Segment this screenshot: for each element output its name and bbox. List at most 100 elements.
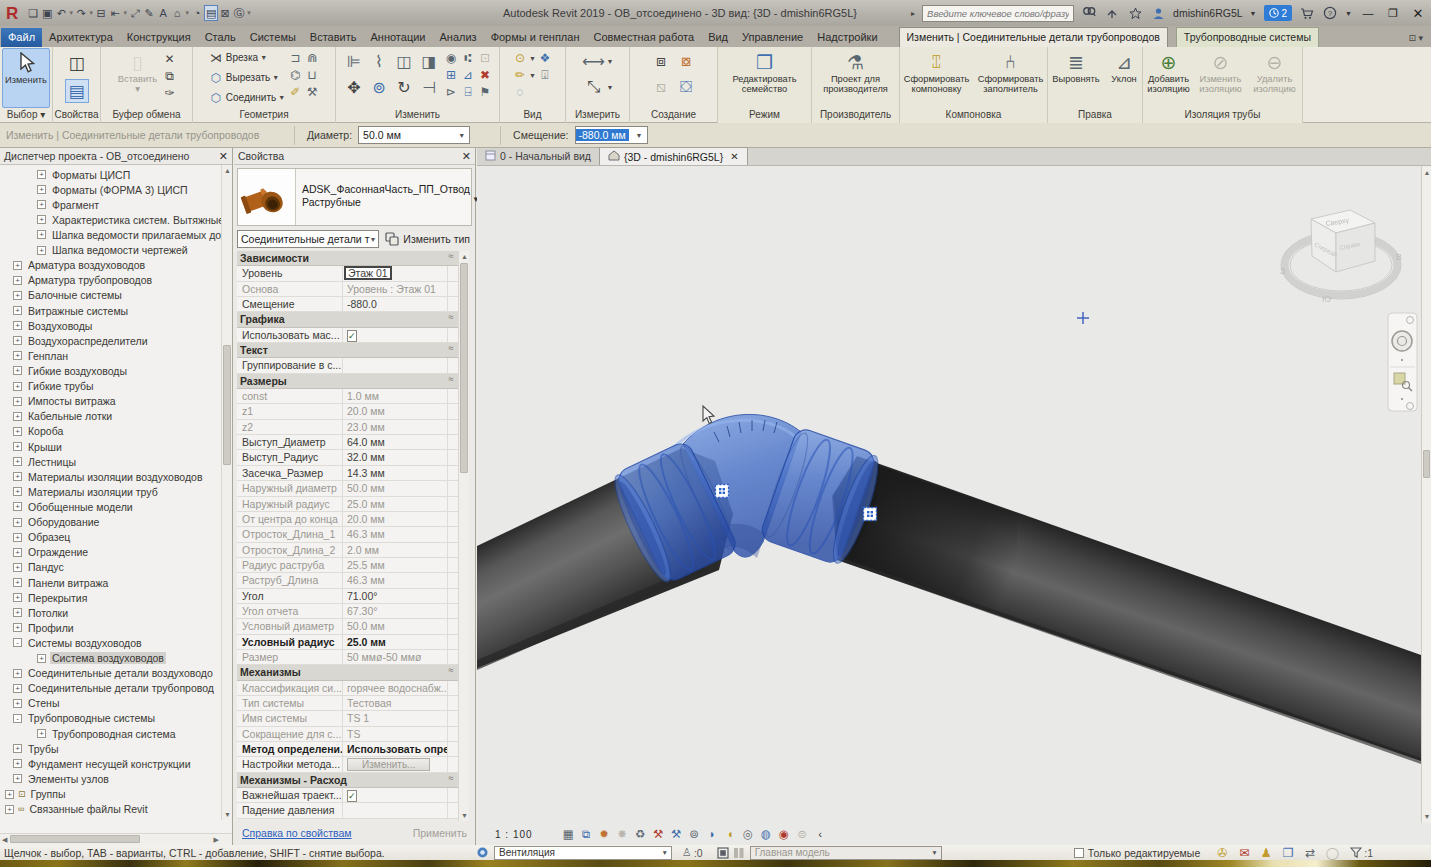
lightbulb-icon-caret[interactable]: ▼ <box>529 55 536 62</box>
navigation-bar[interactable] <box>1388 313 1417 411</box>
panel-label-11[interactable]: Правка <box>1048 108 1142 123</box>
diameter-caret-icon[interactable]: ▼ <box>454 132 469 139</box>
view-scale[interactable]: 1 : 100 <box>495 829 533 840</box>
editable-only-checkbox[interactable] <box>1074 848 1084 858</box>
expand-icon[interactable]: + <box>37 200 46 209</box>
view-tab-close-icon[interactable]: ✕ <box>730 151 738 162</box>
param-value[interactable]: 2.0 мм <box>343 543 447 557</box>
unpin-icon[interactable]: ⊳ <box>443 84 459 100</box>
fabrication-button[interactable]: ⚗Проект для производителя <box>814 48 898 108</box>
param-section-header[interactable]: Механизмы - Расход≈ <box>237 773 458 788</box>
param-value[interactable]: 25.5 мм <box>343 558 447 572</box>
panel-label-7[interactable]: Создание <box>630 108 717 123</box>
detail-level-icon[interactable]: ⧉ <box>579 827 594 842</box>
match-properties-icon[interactable]: ✑ <box>162 85 178 101</box>
beam-join-icon[interactable]: ⊐ <box>287 50 303 66</box>
compass-west[interactable]: З <box>1280 266 1285 276</box>
properties-header[interactable]: Свойства ✕ <box>234 148 475 165</box>
tree-item[interactable]: +∞Связанные файлы Revit <box>0 802 221 817</box>
linework-icon-caret[interactable]: ▼ <box>529 72 536 79</box>
param-value[interactable]: -880.0 <box>343 297 447 311</box>
tree-item[interactable]: -Трубопроводные системы <box>0 711 221 726</box>
paint-icon[interactable]: ✐ <box>287 84 303 100</box>
tab-manage[interactable]: Управление <box>735 28 810 47</box>
expand-icon[interactable]: + <box>13 291 22 300</box>
save-icon[interactable]: ▣ <box>40 5 54 21</box>
measure-tool-icon-caret[interactable]: ▼ <box>607 84 614 91</box>
expand-icon[interactable]: + <box>13 669 22 678</box>
dimension-icon[interactable]: ⤢ <box>128 5 142 21</box>
expand-icon[interactable]: + <box>13 578 22 587</box>
revit-logo[interactable]: R <box>6 5 18 22</box>
param-value[interactable]: 23.0 мм <box>343 420 447 434</box>
steering-wheel-icon[interactable] <box>1392 331 1412 351</box>
project-browser-close-icon[interactable]: ✕ <box>219 150 228 163</box>
param-value[interactable]: ✓ <box>343 328 447 342</box>
requests-icon[interactable]: ♟ <box>1258 845 1274 861</box>
tree-scroll-down-icon[interactable]: ▼ <box>224 811 231 818</box>
unjoin-icon[interactable]: ⋒ <box>304 50 320 66</box>
viewport-scrollbar[interactable]: ▲ ▼ <box>1421 166 1431 823</box>
expand-icon[interactable]: + <box>13 442 22 451</box>
reveal-hidden-icon[interactable]: ◖ <box>723 827 738 842</box>
section-pin-icon[interactable]: ≈ <box>444 665 458 679</box>
section-pin-icon[interactable]: ≈ <box>444 773 458 787</box>
expand-icon[interactable]: + <box>37 215 46 224</box>
visual-style-icon[interactable]: ▦ <box>561 827 576 842</box>
join-caret[interactable]: ▼ <box>278 94 285 101</box>
view-tab-home[interactable]: 0 - Начальный вид <box>477 147 599 165</box>
links-icon[interactable]: ✉ <box>1236 845 1252 861</box>
tree-item[interactable]: +Образец <box>0 530 221 545</box>
lock-view-icon[interactable]: ⊚ <box>687 827 702 842</box>
worksharing-icon[interactable]: ◍ <box>759 827 774 842</box>
param-value[interactable] <box>343 803 447 817</box>
properties-scroll-up-icon[interactable]: ▲ <box>461 253 468 260</box>
linework-icon[interactable]: ✏ <box>512 67 528 83</box>
param-value[interactable]: Изменить... <box>343 757 447 771</box>
tree-item[interactable]: +Крыши <box>0 439 221 454</box>
expand-icon[interactable]: + <box>13 321 22 330</box>
tag-icon[interactable]: ✎ <box>142 5 156 21</box>
param-value[interactable]: Уровень : Этаж 01 <box>343 282 447 296</box>
tree-item[interactable]: +Пандус <box>0 560 221 575</box>
tree-item[interactable]: +Шапка ведомости прилагаемых до <box>0 227 221 242</box>
param-value[interactable]: 14.3 мм <box>343 466 447 480</box>
tree-item[interactable]: +⊡Группы <box>0 786 221 801</box>
param-value[interactable]: 32.0 мм <box>343 450 447 464</box>
expand-icon[interactable]: + <box>13 759 22 768</box>
sign-in-icon[interactable] <box>1104 5 1120 21</box>
expand-icon[interactable]: + <box>13 563 22 572</box>
search-expand-icon[interactable]: ▸ <box>911 9 915 18</box>
apply-button[interactable]: Применить <box>413 827 467 839</box>
param-value[interactable]: 50.0 мм <box>343 481 447 495</box>
properties-filter-caret-icon[interactable]: ▼ <box>369 236 376 243</box>
tree-item[interactable]: +Арматура воздуховодов <box>0 258 221 273</box>
workset-caret-icon[interactable]: ▼ <box>659 849 671 856</box>
tree-vertical-scrollbar[interactable]: ▲ ▼ <box>221 165 232 820</box>
collapse-icon[interactable]: - <box>13 638 22 647</box>
temp-hide-icon[interactable]: ◗ <box>705 827 720 842</box>
tab-contextual-modify[interactable]: Изменить | Соединительные детали трубопр… <box>899 27 1168 47</box>
progress-icon[interactable]: ◯ <box>1324 845 1340 861</box>
tree-scroll-right-icon[interactable]: ▶ <box>214 836 219 844</box>
properties-palette-icon[interactable]: ▤ <box>65 79 89 103</box>
tab-annotate[interactable]: Аннотации <box>364 28 433 47</box>
temp-props-icon[interactable]: ◎ <box>741 827 756 842</box>
dim-aligned-icon[interactable]: ⟷ <box>582 50 606 72</box>
array-icon[interactable]: ⊞ <box>443 67 459 83</box>
expand-icon[interactable]: + <box>13 593 22 602</box>
tree-item[interactable]: +Система воздуховодов <box>0 651 221 666</box>
expand-icon[interactable]: + <box>37 185 46 194</box>
mirror-axis-icon[interactable]: ◫ <box>392 50 416 72</box>
expand-icon[interactable]: + <box>13 502 22 511</box>
create-assembly-icon[interactable]: ⛋ <box>674 76 698 98</box>
user-menu-caret-icon[interactable]: ▼ <box>1250 10 1257 17</box>
section-icon[interactable]: ◔ <box>190 5 204 21</box>
view3d-icon[interactable]: ⌂ <box>170 5 184 21</box>
collapse-icon[interactable]: ‹ <box>813 827 828 842</box>
graphics-icon[interactable]: ◌ <box>512 84 528 100</box>
collapse-icon[interactable]: - <box>13 714 22 723</box>
scale-icon[interactable]: ⊿ <box>460 67 476 83</box>
expand-icon[interactable]: + <box>37 170 46 179</box>
sync-icon-caret[interactable]: ▼ <box>246 10 252 16</box>
